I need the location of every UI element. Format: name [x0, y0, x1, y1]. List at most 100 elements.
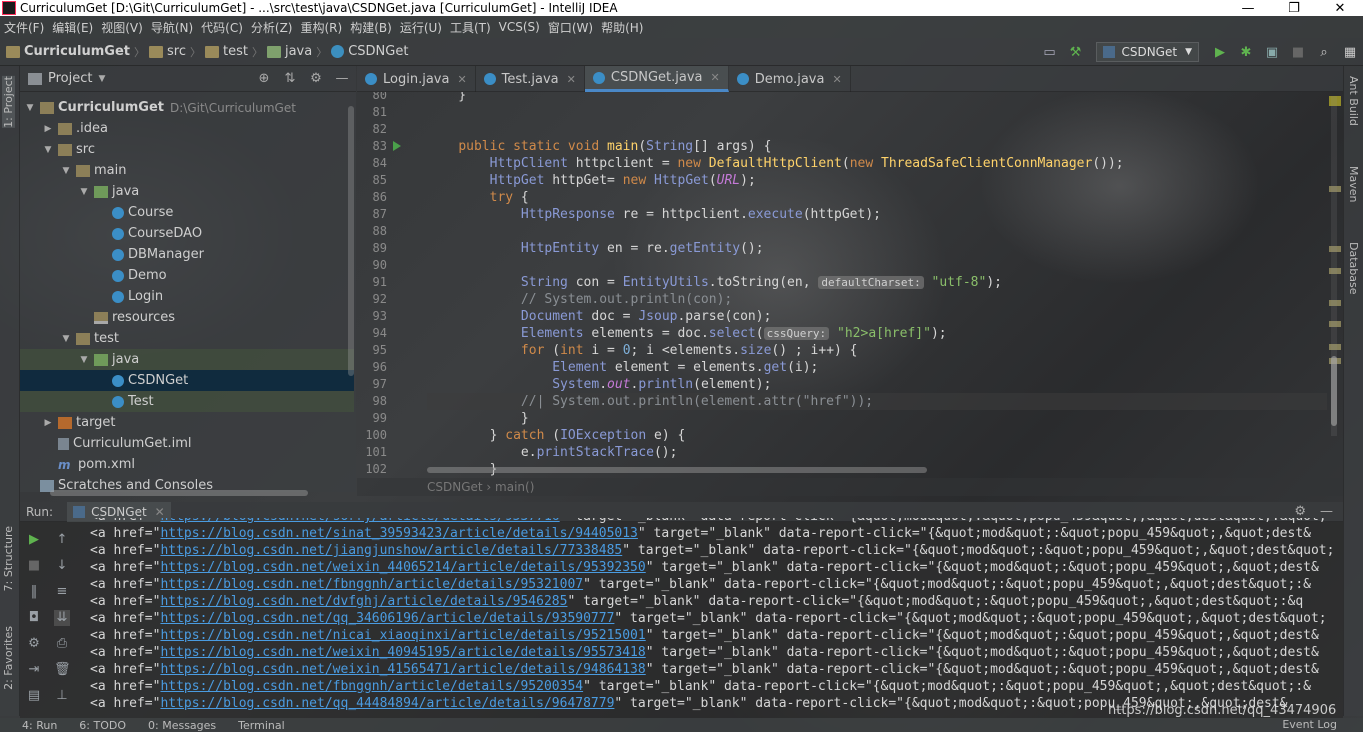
expand-down-icon[interactable]: ▼ — [24, 103, 36, 113]
bottom-tool-tab[interactable]: 0: Messages — [148, 719, 216, 732]
editor-horizontal-scrollbar[interactable] — [427, 467, 927, 473]
tree-item[interactable]: ▼ CurriculumGet D:\Git\CurriculumGet — [20, 97, 354, 118]
scroll-up-icon[interactable]: ↑ — [54, 532, 70, 548]
tree-item[interactable]: Login — [20, 286, 354, 307]
close-icon[interactable]: ✕ — [832, 73, 841, 86]
build-hammer-icon[interactable]: ⚒ — [1067, 44, 1083, 60]
menu-item[interactable]: 构建(B) — [350, 19, 400, 36]
project-tool-tab[interactable]: 1: Project — [2, 76, 15, 128]
close-icon[interactable]: ✕ — [457, 73, 466, 86]
menu-item[interactable]: 代码(C) — [201, 19, 251, 36]
project-horizontal-scrollbar[interactable] — [50, 490, 308, 496]
bottom-tool-tab[interactable]: 4: Run — [22, 719, 57, 732]
console-output[interactable]: <a href="https://blog.csdn.net/sorry/art… — [90, 518, 1343, 714]
tree-item[interactable]: m pom.xml — [20, 454, 354, 475]
print-icon[interactable]: ⎙ — [54, 636, 70, 652]
debug-icon[interactable]: ✱ — [1238, 44, 1254, 60]
console-link[interactable]: https://blog.csdn.net/jiangjunshow/artic… — [160, 543, 622, 558]
dump-threads-icon[interactable]: ◘ — [26, 610, 42, 626]
close-icon[interactable]: ✕ — [155, 505, 165, 519]
settings-icon[interactable]: ⚙ — [26, 636, 42, 652]
menu-item[interactable]: 编辑(E) — [52, 19, 101, 36]
tree-item[interactable]: resources — [20, 307, 354, 328]
trash-icon[interactable]: 🗑 — [54, 662, 71, 678]
layout-icon[interactable]: ▤ — [26, 688, 42, 704]
menu-item[interactable]: 窗口(W) — [548, 19, 601, 36]
tree-item[interactable]: ▼ src — [20, 139, 354, 160]
rerun-icon[interactable]: ▶ — [26, 532, 42, 548]
console-link[interactable]: https://blog.csdn.net/weixin_40945195/ar… — [160, 645, 645, 660]
scroll-to-end-icon[interactable]: ⇊ — [54, 610, 70, 626]
search-icon[interactable]: ⌕ — [1316, 44, 1332, 60]
minimize-button[interactable]: — — [1225, 1, 1271, 16]
editor-tab[interactable]: Test.java ✕ — [476, 66, 585, 92]
soft-wrap-icon[interactable]: ≡ — [54, 584, 70, 600]
menu-item[interactable]: 帮助(H) — [601, 19, 651, 36]
project-vertical-scrollbar[interactable] — [348, 106, 354, 376]
menu-item[interactable]: VCS(S) — [499, 20, 548, 34]
editor-scroll-thumb[interactable] — [1331, 356, 1337, 426]
hide-icon[interactable]: — — [1320, 504, 1333, 519]
breadcrumb-item[interactable]: CurriculumGet 〉 — [6, 44, 145, 60]
stop-icon[interactable]: ■ — [26, 558, 42, 574]
gear-icon[interactable]: ⚙ — [308, 71, 324, 86]
tree-item[interactable]: Demo — [20, 265, 354, 286]
console-link[interactable]: https://blog.csdn.net/fbnggnh/article/de… — [160, 577, 583, 592]
expand-down-icon[interactable]: ▼ — [60, 166, 72, 176]
structure-tool-tab[interactable]: 7: Structure — [2, 526, 15, 591]
menu-item[interactable]: 运行(U) — [400, 19, 450, 36]
tree-item[interactable]: ▶ target — [20, 412, 354, 433]
database-tool-tab[interactable]: Database — [1347, 242, 1360, 295]
run-configuration-select[interactable]: CSDNGet ▼ — [1096, 42, 1199, 62]
maximize-button[interactable]: ❐ — [1271, 1, 1317, 16]
menu-item[interactable]: 工具(T) — [450, 19, 499, 36]
expand-down-icon[interactable]: ▼ — [78, 355, 90, 365]
code-area[interactable]: 80 } 81 82 83 public static void main(Strin… — [357, 92, 1343, 478]
project-panel-title[interactable]: Project — [48, 71, 92, 86]
breadcrumb-item[interactable]: test 〉 — [204, 44, 263, 60]
breadcrumb-item[interactable]: java 〉 — [266, 44, 327, 60]
project-structure-icon[interactable]: ▭ — [1041, 44, 1057, 60]
favorites-tool-tab[interactable]: 2: Favorites — [2, 626, 15, 690]
collapse-all-icon[interactable]: ⇅ — [282, 71, 298, 86]
tree-item[interactable]: ▶ .idea — [20, 118, 354, 139]
console-link[interactable]: https://blog.csdn.net/dvfghj/article/det… — [160, 594, 567, 609]
chevron-down-icon[interactable]: ▼ — [98, 74, 105, 84]
scroll-down-icon[interactable]: ↓ — [54, 558, 70, 574]
tree-item[interactable]: DBManager — [20, 244, 354, 265]
console-link[interactable]: https://blog.csdn.net/sinat_39593423/art… — [160, 526, 637, 541]
console-link[interactable]: https://blog.csdn.net/qq_34606196/articl… — [160, 611, 614, 626]
hide-icon[interactable]: — — [334, 71, 350, 86]
stop-icon[interactable]: ■ — [1290, 44, 1306, 60]
editor-tab[interactable]: Login.java ✕ — [357, 66, 476, 92]
close-button[interactable]: ✕ — [1317, 1, 1363, 16]
gear-icon[interactable]: ⚙ — [1294, 504, 1306, 519]
maven-tool-tab[interactable]: Maven — [1347, 166, 1360, 202]
close-icon[interactable]: ✕ — [567, 73, 576, 86]
tree-item[interactable]: CurriculumGet.iml — [20, 433, 354, 454]
coverage-icon[interactable]: ▣ — [1264, 44, 1280, 60]
tree-item[interactable]: CourseDAO — [20, 223, 354, 244]
event-log-tab[interactable]: Event Log — [1282, 718, 1337, 731]
editor-vertical-scrollbar[interactable] — [1331, 96, 1337, 436]
bottom-tool-tab[interactable]: Terminal — [238, 719, 285, 732]
tree-item[interactable]: ▼ java — [20, 349, 354, 370]
console-link[interactable]: https://blog.csdn.net/weixin_41565471/ar… — [160, 662, 645, 677]
expand-down-icon[interactable]: ▼ — [60, 334, 72, 344]
vcs-icon[interactable]: ▦ — [1342, 44, 1358, 60]
menu-item[interactable]: 视图(V) — [101, 19, 151, 36]
console-link[interactable]: https://blog.csdn.net/sorry/article/deta… — [160, 518, 559, 524]
editor-tab[interactable]: CSDNGet.java ✕ — [584, 66, 729, 92]
pin-icon[interactable]: ⊥ — [54, 688, 70, 704]
tree-item[interactable]: ▼ test — [20, 328, 354, 349]
expand-right-icon[interactable]: ▶ — [42, 418, 54, 428]
menu-item[interactable]: 分析(Z) — [251, 19, 301, 36]
menu-item[interactable]: 文件(F) — [4, 19, 52, 36]
console-link[interactable]: https://blog.csdn.net/weixin_44065214/ar… — [160, 560, 645, 575]
ant-build-tool-tab[interactable]: Ant Build — [1347, 76, 1360, 126]
breadcrumb-item[interactable]: CSDNGet — [331, 44, 408, 59]
expand-right-icon[interactable]: ▶ — [42, 124, 54, 134]
tree-item[interactable]: ▼ java — [20, 181, 354, 202]
menu-item[interactable]: 导航(N) — [151, 19, 201, 36]
console-link[interactable]: https://blog.csdn.net/nicai_xiaoqinxi/ar… — [160, 628, 645, 643]
